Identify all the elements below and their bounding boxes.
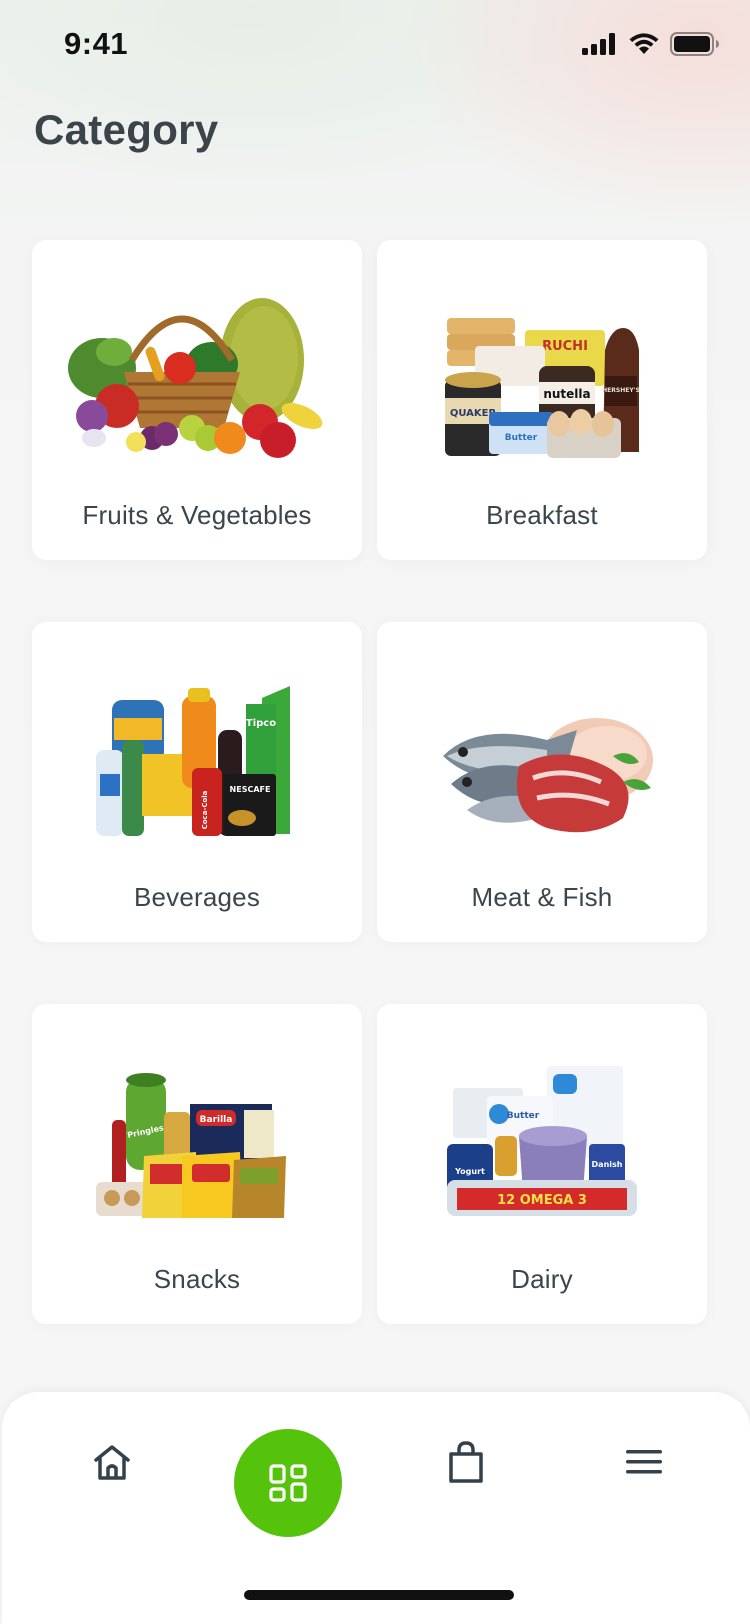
butter-label-text: Butter xyxy=(505,433,538,443)
snacks-image: Pringles Barilla xyxy=(96,1073,286,1218)
page-title: Category xyxy=(34,106,219,153)
beverages-image: Coca-Cola Tipco NESCAFE xyxy=(96,686,290,836)
nav-cart-button[interactable] xyxy=(436,1432,496,1492)
nav-category-button[interactable] xyxy=(234,1429,342,1537)
fruits-vegetables-image xyxy=(68,298,323,458)
category-card-snacks[interactable]: Pringles Barilla Snacks xyxy=(32,1004,362,1324)
nav-home-button[interactable] xyxy=(82,1432,142,1492)
status-time: 9:41 xyxy=(64,26,129,61)
menu-icon xyxy=(626,1450,662,1474)
dairy-image: Butter Yogurt Danish 12 OMEGA 3 xyxy=(447,1066,637,1216)
tipco-brand-text: Tipco xyxy=(246,718,276,729)
nescafe-brand-text: NESCAFE xyxy=(230,785,271,794)
category-label: Meat & Fish xyxy=(471,882,613,912)
breakfast-image: RUCHI QUAKER nutella HERSHEY'S Butter xyxy=(445,318,640,458)
battery-icon xyxy=(670,32,719,56)
omega-egg-text: 12 OMEGA 3 xyxy=(497,1193,587,1208)
cellular-signal-icon xyxy=(582,33,615,55)
meat-fish-image xyxy=(443,718,653,833)
category-card-beverages[interactable]: Coca-Cola Tipco NESCAFE Beverages xyxy=(32,622,362,942)
nutella-brand-text: nutella xyxy=(543,387,590,401)
category-card-breakfast[interactable]: RUCHI QUAKER nutella HERSHEY'S Butter Br… xyxy=(377,240,707,560)
coca-cola-brand-text: Coca-Cola xyxy=(201,790,209,829)
hersheys-brand-text: HERSHEY'S xyxy=(602,387,640,394)
ruchi-brand-text: RUCHI xyxy=(542,339,588,354)
shopping-bag-icon xyxy=(449,1441,483,1483)
category-label: Beverages xyxy=(133,882,261,912)
home-indicator xyxy=(244,1590,514,1600)
danish-brand-text: Danish xyxy=(592,1160,623,1169)
status-icons xyxy=(582,32,720,56)
category-label: Breakfast xyxy=(486,500,598,530)
status-bar: 9:41 xyxy=(0,0,750,90)
home-icon xyxy=(94,1445,130,1480)
grid-icon xyxy=(269,1464,307,1502)
category-card-fruits-vegetables[interactable]: Fruits & Vegetables xyxy=(32,240,362,560)
category-label: Fruits & Vegetables xyxy=(82,500,312,530)
category-card-meat-fish[interactable]: Meat & Fish xyxy=(377,622,707,942)
category-label: Snacks xyxy=(153,1264,241,1294)
barilla-brand-text: Barilla xyxy=(200,1115,233,1125)
category-label: Dairy xyxy=(511,1264,573,1294)
nav-menu-button[interactable] xyxy=(614,1432,674,1492)
category-card-dairy[interactable]: Butter Yogurt Danish 12 OMEGA 3 Dairy xyxy=(377,1004,707,1324)
yogurt-brand-text: Yogurt xyxy=(454,1167,485,1176)
dairy-butter-text: Butter xyxy=(507,1111,540,1121)
wifi-icon xyxy=(629,33,659,54)
